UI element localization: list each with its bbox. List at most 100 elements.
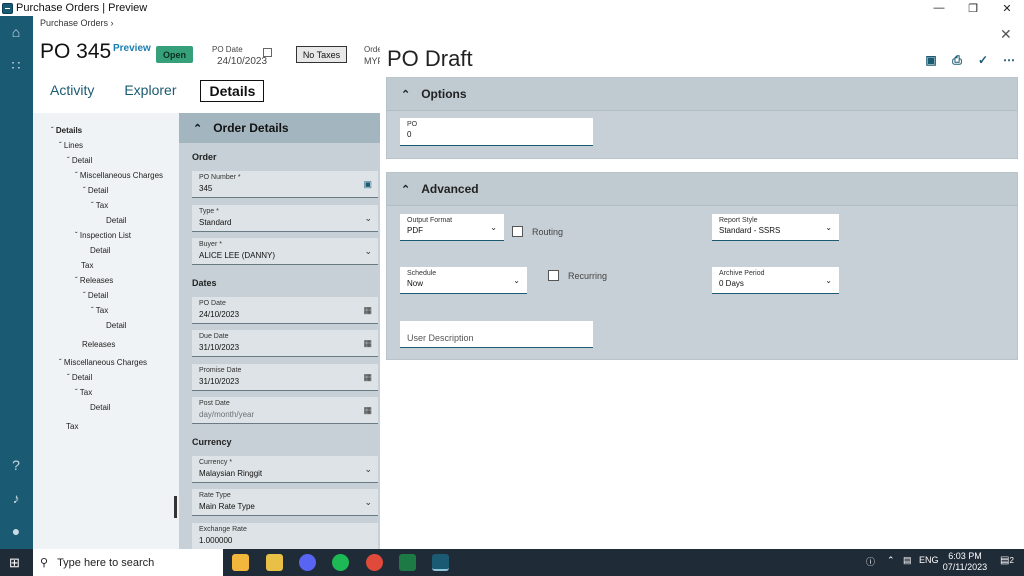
po-date-field[interactable]: PO Date 24/10/2023 ▦ (192, 297, 378, 324)
close-window-icon[interactable]: ✕ (990, 0, 1024, 16)
tab-explorer[interactable]: Explorer (124, 80, 176, 102)
exchange-rate-field[interactable]: Exchange Rate 1.000000 (192, 523, 378, 550)
po-field[interactable]: PO 0 (400, 118, 593, 146)
calendar-icon[interactable]: ▦ (363, 338, 372, 349)
app-icon (2, 2, 13, 14)
app-icon[interactable] (299, 554, 316, 571)
user-description-input[interactable]: User Description (400, 321, 593, 348)
calendar-icon[interactable]: ▦ (363, 405, 372, 416)
apps-grid-icon[interactable]: ∷ (8, 57, 24, 73)
tab-activity[interactable]: Activity (50, 80, 94, 102)
tree-item[interactable]: ˇ Miscellaneous Charges (33, 355, 179, 370)
chevron-down-icon: ⌄ (364, 213, 372, 223)
order-details-header[interactable]: ⌃ Order Details (179, 113, 380, 143)
print-icon[interactable]: ⎙ (944, 53, 970, 67)
pane-splitter[interactable] (174, 496, 177, 518)
windows-start-icon[interactable]: ⊞ (9, 555, 20, 571)
details-tree: ˇ Details ˇ Lines ˇ Detail ˇ Miscellaneo… (33, 113, 179, 549)
archive-period-select[interactable]: Archive Period 0 Days ⌄ (712, 267, 839, 294)
no-taxes-button[interactable]: No Taxes (296, 46, 347, 63)
window-titlebar: Purchase Orders | Preview — ❐ ✕ (0, 0, 1024, 16)
currency-select[interactable]: Currency * Malaysian Ringgit ⌄ (192, 456, 378, 483)
tree-item[interactable]: Detail (33, 243, 179, 258)
app-nav-rail: ⌂ ∷ ? ♪ ● (0, 16, 33, 549)
tree-item[interactable]: ˇ Detail (33, 153, 179, 168)
run-icon[interactable]: ✓ (970, 53, 996, 67)
tree-item[interactable]: Releases (33, 337, 179, 352)
advanced-card: ⌃ Advanced Output Format PDF ⌄ Routing Re… (386, 172, 1018, 360)
output-format-select[interactable]: Output Format PDF ⌄ (400, 214, 504, 241)
po-date-label: PO Date (212, 45, 243, 54)
checkbox-box[interactable] (548, 270, 559, 281)
network-icon[interactable]: ▤ (903, 555, 912, 566)
user-icon[interactable]: ● (8, 523, 24, 539)
buyer-select[interactable]: Buyer * ALICE LEE (DANNY) ⌄ (192, 238, 378, 265)
promise-date-field[interactable]: Promise Date 31/10/2023 ▦ (192, 364, 378, 391)
bell-icon[interactable]: ♪ (8, 490, 24, 506)
minimize-icon[interactable]: — (922, 0, 956, 16)
home-icon[interactable]: ⌂ (8, 24, 24, 40)
tree-item[interactable]: ˇ Miscellaneous Charges (33, 168, 179, 183)
excel-icon[interactable] (399, 554, 416, 571)
taskbar: ⊞ ⚲ Type here to search ⓘ ⌃ ▤ ENG 6:03 P… (0, 549, 1024, 576)
tree-item[interactable]: ˇ Detail (33, 288, 179, 303)
tree-item[interactable]: ˇ Detail (33, 370, 179, 385)
calendar-icon[interactable]: ▦ (363, 372, 372, 383)
options-card: ⌃ Options PO 0 (386, 77, 1018, 159)
options-header[interactable]: ⌃ Options (387, 78, 1017, 111)
tree-item[interactable]: Detail (33, 213, 179, 228)
calendar-icon[interactable]: ▦ (363, 305, 372, 316)
restore-icon[interactable]: ❐ (956, 0, 990, 16)
tree-item[interactable]: Tax (33, 258, 179, 273)
tree-item[interactable]: Tax (33, 419, 179, 434)
recurring-checkbox[interactable]: Recurring (548, 270, 607, 281)
help-icon[interactable]: ? (8, 457, 24, 473)
post-date-field[interactable]: Post Date day/month/year ▦ (192, 397, 378, 424)
report-style-select[interactable]: Report Style Standard - SSRS ⌄ (712, 214, 839, 241)
rate-type-select[interactable]: Rate Type Main Rate Type ⌄ (192, 489, 378, 516)
checkbox-box[interactable] (512, 226, 523, 237)
clock[interactable]: 6:03 PM 07/11/2023 (938, 551, 992, 573)
close-icon[interactable]: ✕ (1000, 26, 1012, 43)
tree-item[interactable]: ˇ Inspection List (33, 228, 179, 243)
file-explorer-icon[interactable] (266, 554, 283, 571)
type-select[interactable]: Type * Standard ⌄ (192, 205, 378, 232)
preview-icon[interactable]: ▣ (918, 53, 944, 67)
window-title: Purchase Orders | Preview (16, 2, 148, 14)
erp-app-icon[interactable] (432, 554, 449, 571)
tree-item[interactable]: ˇ Tax (33, 198, 179, 213)
tree-item[interactable]: ˇ Releases (33, 273, 179, 288)
po-number-field[interactable]: PO Number * 345 ▣ (192, 171, 378, 198)
preview-link[interactable]: Preview (113, 43, 151, 54)
chevron-up-icon: ⌃ (193, 122, 203, 135)
breadcrumb[interactable]: Purchase Orders › (40, 18, 114, 28)
chevron-up-icon: ⌃ (401, 183, 411, 196)
tree-item[interactable]: ˇ Detail (33, 183, 179, 198)
chrome-icon[interactable] (366, 554, 383, 571)
chevron-down-icon: ⌄ (513, 276, 520, 285)
search-icon: ⚲ (40, 557, 49, 569)
lookup-icon[interactable]: ▣ (363, 179, 372, 190)
chevron-up-icon[interactable]: ⌃ (887, 555, 895, 566)
tree-item[interactable]: ˇ Tax (33, 303, 179, 318)
tab-details[interactable]: Details (200, 80, 265, 102)
tree-item[interactable]: ˇ Tax (33, 385, 179, 400)
media-player-icon[interactable] (232, 554, 249, 571)
advanced-header[interactable]: ⌃ Advanced (387, 173, 1017, 206)
lang-indicator[interactable]: ENG (919, 555, 939, 565)
taskbar-search[interactable]: ⚲ Type here to search (33, 549, 223, 576)
po-draft-panel: ✕ PO Draft ▣ ⎙ ✓ ⋯ ⌃ Options PO 0 ⌃ Advanc… (380, 16, 1024, 549)
tree-item[interactable]: Detail (33, 400, 179, 415)
notification-icon[interactable]: ▤2 (1000, 555, 1014, 566)
tree-item[interactable]: ˇ Lines (33, 138, 179, 153)
help-tray-icon[interactable]: ⓘ (866, 555, 875, 568)
tree-item[interactable]: Detail (33, 318, 179, 333)
schedule-select[interactable]: Schedule Now ⌄ (400, 267, 527, 294)
spotify-icon[interactable] (332, 554, 349, 571)
due-date-field[interactable]: Due Date 31/10/2023 ▦ (192, 330, 378, 357)
tree-item[interactable]: ˇ Details (33, 123, 179, 138)
more-icon[interactable]: ⋯ (996, 53, 1022, 67)
chevron-down-icon: ⌄ (825, 276, 832, 285)
routing-checkbox[interactable]: Routing (512, 226, 563, 237)
panel-title: PO Draft (387, 46, 473, 71)
